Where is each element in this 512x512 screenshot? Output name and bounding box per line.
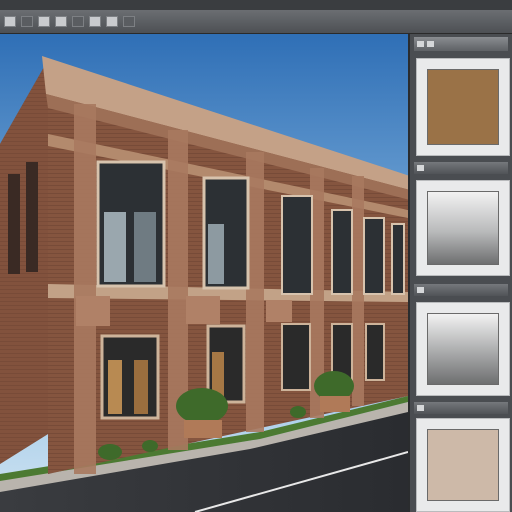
- eraser-tool-icon[interactable]: [89, 16, 101, 27]
- swatch-card-3[interactable]: [416, 302, 510, 396]
- divider-icon: [417, 165, 424, 171]
- text-tool-icon[interactable]: [106, 16, 118, 27]
- swatch-silver-2[interactable]: [427, 313, 499, 385]
- move-tool-icon[interactable]: [4, 16, 16, 27]
- marquee-tool-icon[interactable]: [21, 16, 33, 27]
- panel-divider: [414, 162, 508, 174]
- image-canvas[interactable]: [0, 34, 408, 512]
- panel-divider: [414, 284, 508, 296]
- swatch-silver[interactable]: [427, 191, 499, 265]
- divider-icon: [417, 287, 424, 293]
- building-photo: [0, 34, 408, 512]
- panel-header: [414, 37, 508, 51]
- crop-tool-icon[interactable]: [55, 16, 67, 27]
- brush-tool-icon[interactable]: [72, 16, 84, 27]
- panel-menu-icon[interactable]: [417, 41, 424, 47]
- swatch-brown[interactable]: [427, 69, 499, 145]
- divider-icon: [417, 405, 424, 411]
- swatch-card-1[interactable]: [416, 58, 510, 156]
- title-bar: [0, 0, 512, 10]
- toolbar: [0, 10, 512, 34]
- swatch-card-4[interactable]: [416, 418, 510, 512]
- swatch-card-2[interactable]: [416, 180, 510, 276]
- panel-divider: [414, 402, 508, 414]
- swatch-beige[interactable]: [427, 429, 499, 501]
- panel-collapse-icon[interactable]: [427, 41, 434, 47]
- lasso-tool-icon[interactable]: [38, 16, 50, 27]
- zoom-tool-icon[interactable]: [123, 16, 135, 27]
- swatches-panel: [408, 34, 512, 512]
